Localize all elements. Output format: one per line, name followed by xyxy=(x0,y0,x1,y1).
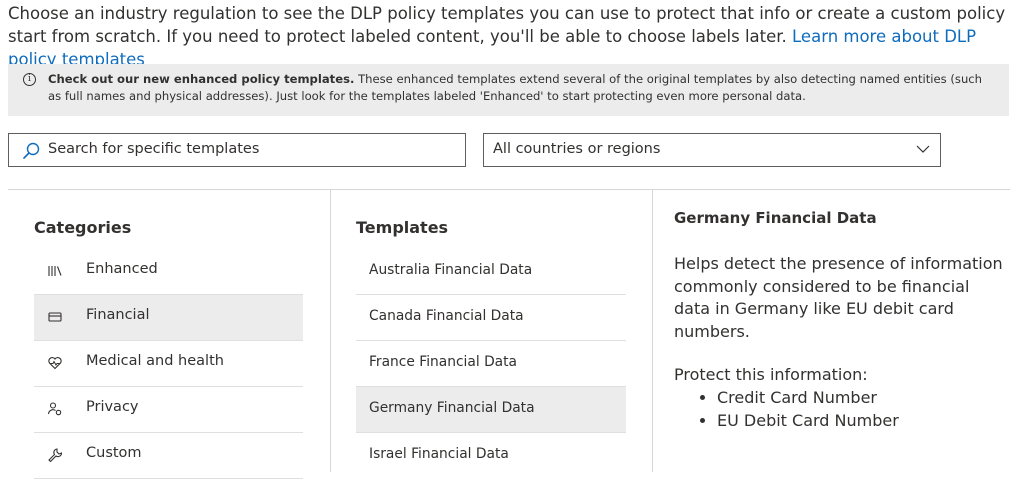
section-divider xyxy=(8,189,1010,190)
category-label: Medical and health xyxy=(86,353,224,369)
category-item-privacy[interactable]: Privacy xyxy=(34,387,303,433)
category-label: Financial xyxy=(86,307,150,323)
category-label: Enhanced xyxy=(86,261,158,277)
search-icon xyxy=(23,142,40,159)
template-item[interactable]: France Financial Data xyxy=(356,341,626,387)
category-label: Privacy xyxy=(86,399,139,415)
category-item-custom[interactable]: Custom xyxy=(34,433,303,479)
search-placeholder: Search for specific templates xyxy=(48,141,260,157)
region-selected-value: All countries or regions xyxy=(493,141,661,157)
template-item[interactable]: Australia Financial Data xyxy=(356,249,626,295)
protect-list-item: EU Debit Card Number xyxy=(717,410,899,433)
card-icon xyxy=(48,312,62,322)
template-label: Germany Financial Data xyxy=(369,400,535,416)
heart-pulse-icon xyxy=(48,357,62,370)
categories-title: Categories xyxy=(34,218,132,237)
template-label: Canada Financial Data xyxy=(369,308,524,324)
info-icon: i xyxy=(23,73,36,86)
template-label: Israel Financial Data xyxy=(369,446,509,462)
category-label: Custom xyxy=(86,445,142,461)
region-dropdown[interactable]: All countries or regions xyxy=(483,133,941,167)
template-item[interactable]: Israel Financial Data xyxy=(356,433,626,479)
intro-text: Choose an industry regulation to see the… xyxy=(8,2,1018,71)
template-item-selected[interactable]: Germany Financial Data xyxy=(356,387,626,433)
category-item-medical[interactable]: Medical and health xyxy=(34,341,303,387)
search-input[interactable]: Search for specific templates xyxy=(8,133,466,167)
column-divider xyxy=(330,190,331,472)
templates-title: Templates xyxy=(356,218,449,237)
protect-list-item: Credit Card Number xyxy=(717,387,899,410)
chevron-down-icon xyxy=(916,145,930,153)
protect-list: Credit Card Number EU Debit Card Number xyxy=(677,387,899,432)
library-icon xyxy=(48,266,62,276)
banner-heading: Check out our new enhanced policy templa… xyxy=(48,72,355,86)
detail-title: Germany Financial Data xyxy=(674,209,877,227)
person-key-icon xyxy=(47,402,62,416)
category-item-enhanced[interactable]: Enhanced xyxy=(34,249,303,295)
column-divider xyxy=(652,190,653,472)
protect-heading: Protect this information: xyxy=(674,365,868,384)
category-item-financial[interactable]: Financial xyxy=(34,295,303,341)
template-label: France Financial Data xyxy=(369,354,518,370)
info-banner: i Check out our new enhanced policy temp… xyxy=(8,64,1009,116)
template-label: Australia Financial Data xyxy=(369,262,533,278)
template-item[interactable]: Canada Financial Data xyxy=(356,295,626,341)
wrench-icon xyxy=(48,448,63,463)
detail-description: Helps detect the presence of information… xyxy=(674,254,1003,341)
